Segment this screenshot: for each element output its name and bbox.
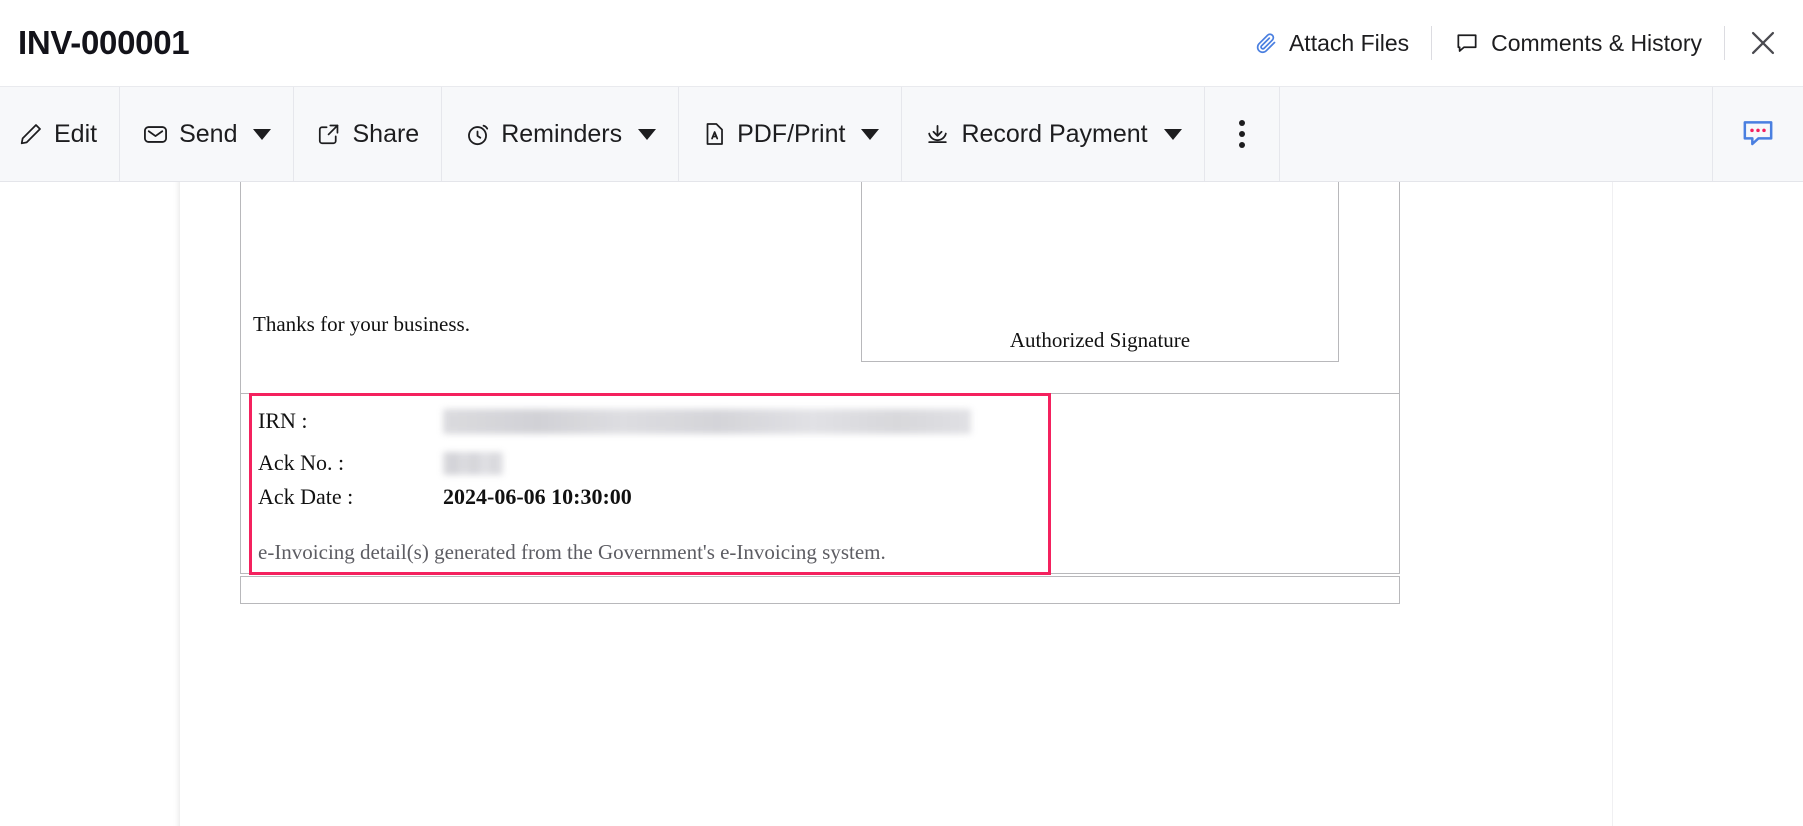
chevron-down-icon [638, 128, 657, 140]
close-icon [1746, 26, 1780, 60]
irn-value-redacted [443, 408, 971, 434]
toolbar-pdf-print-label: PDF/Print [737, 119, 846, 148]
toolbar-comment-panel-button[interactable] [1713, 87, 1803, 181]
ack-date-value: 2024-06-06 10:30:00 [443, 484, 632, 509]
envelope-icon [142, 121, 169, 148]
share-icon [316, 121, 342, 147]
invoice-footer-row [240, 576, 1400, 604]
alarm-clock-icon [464, 121, 491, 148]
invoice-page-content: Thanks for your business. Balance Due ₹2… [180, 182, 1612, 826]
paperclip-icon [1254, 31, 1278, 55]
toolbar-share-button[interactable]: Share [294, 87, 443, 181]
toolbar-edit-button[interactable]: Edit [0, 87, 121, 181]
kebab-dot [1238, 120, 1245, 126]
ack-no-label: Ack No. : [258, 450, 345, 475]
toolbar-record-payment-button[interactable]: Record Payment [902, 87, 1205, 181]
comments-history-label: Comments & History [1491, 29, 1702, 56]
attach-files-label: Attach Files [1288, 29, 1410, 56]
invoice-spacer-row [240, 372, 1400, 394]
toolbar-send-label: Send [179, 119, 238, 148]
authorized-signature-label: Authorized Signature [1009, 328, 1191, 352]
chevron-down-icon [861, 128, 880, 140]
toolbar-share-label: Share [352, 119, 420, 148]
chevron-down-icon [253, 128, 272, 140]
ack-date-field-row: Ack Date : 2024-06-06 10:30:00 [258, 480, 1038, 514]
action-toolbar: Edit Send Share Reminders PDF/Print Reco… [0, 86, 1803, 182]
page-title: INV-000001 [18, 24, 190, 61]
document-header: INV-000001 Attach Files Comments & Histo… [0, 0, 1803, 86]
kebab-dot [1238, 131, 1245, 137]
ack-no-value-redacted [443, 451, 503, 475]
comments-history-button[interactable]: Comments & History [1436, 21, 1720, 65]
toolbar-record-payment-label: Record Payment [961, 119, 1148, 148]
header-divider [1431, 26, 1433, 60]
close-button[interactable] [1739, 19, 1787, 67]
signature-cell: Authorized Signature [861, 182, 1339, 362]
invoice-preview-viewport[interactable]: Thanks for your business. Balance Due ₹2… [0, 182, 1803, 826]
kebab-dot [1238, 142, 1245, 148]
record-payment-icon [924, 121, 951, 148]
irn-label: IRN : [258, 408, 308, 433]
ack-date-label: Ack Date : [258, 484, 354, 509]
header-actions: Attach Files Comments & History [1236, 0, 1787, 86]
invoice-notes-clipped-line [253, 278, 258, 303]
toolbar-reminders-button[interactable]: Reminders [442, 87, 680, 181]
irn-field-row: IRN : [258, 404, 1038, 438]
pencil-icon [18, 121, 44, 147]
header-divider-2 [1724, 26, 1725, 60]
toolbar-reminders-label: Reminders [501, 119, 623, 148]
chevron-down-icon [1163, 128, 1182, 140]
toolbar-edit-label: Edit [54, 119, 98, 148]
attach-files-button[interactable]: Attach Files [1236, 21, 1427, 65]
einvoice-details: IRN : Ack No. : Ack Date : 2024-06-06 10… [258, 404, 1038, 565]
toolbar-filler [1280, 87, 1713, 181]
comment-icon [1454, 30, 1480, 56]
toolbar-pdf-print-button[interactable]: PDF/Print [679, 87, 903, 181]
pdf-file-icon [701, 121, 727, 147]
invoice-page: Thanks for your business. Balance Due ₹2… [180, 182, 1612, 826]
toolbar-send-button[interactable]: Send [120, 87, 295, 181]
viewer-right-rail [1612, 182, 1803, 826]
einvoice-note: e-Invoicing detail(s) generated from the… [258, 540, 886, 564]
toolbar-more-button[interactable] [1205, 87, 1280, 181]
ack-no-field-row: Ack No. : [258, 446, 1038, 480]
comment-bubble-icon [1738, 114, 1778, 154]
invoice-notes-text: Thanks for your business. [253, 312, 470, 336]
